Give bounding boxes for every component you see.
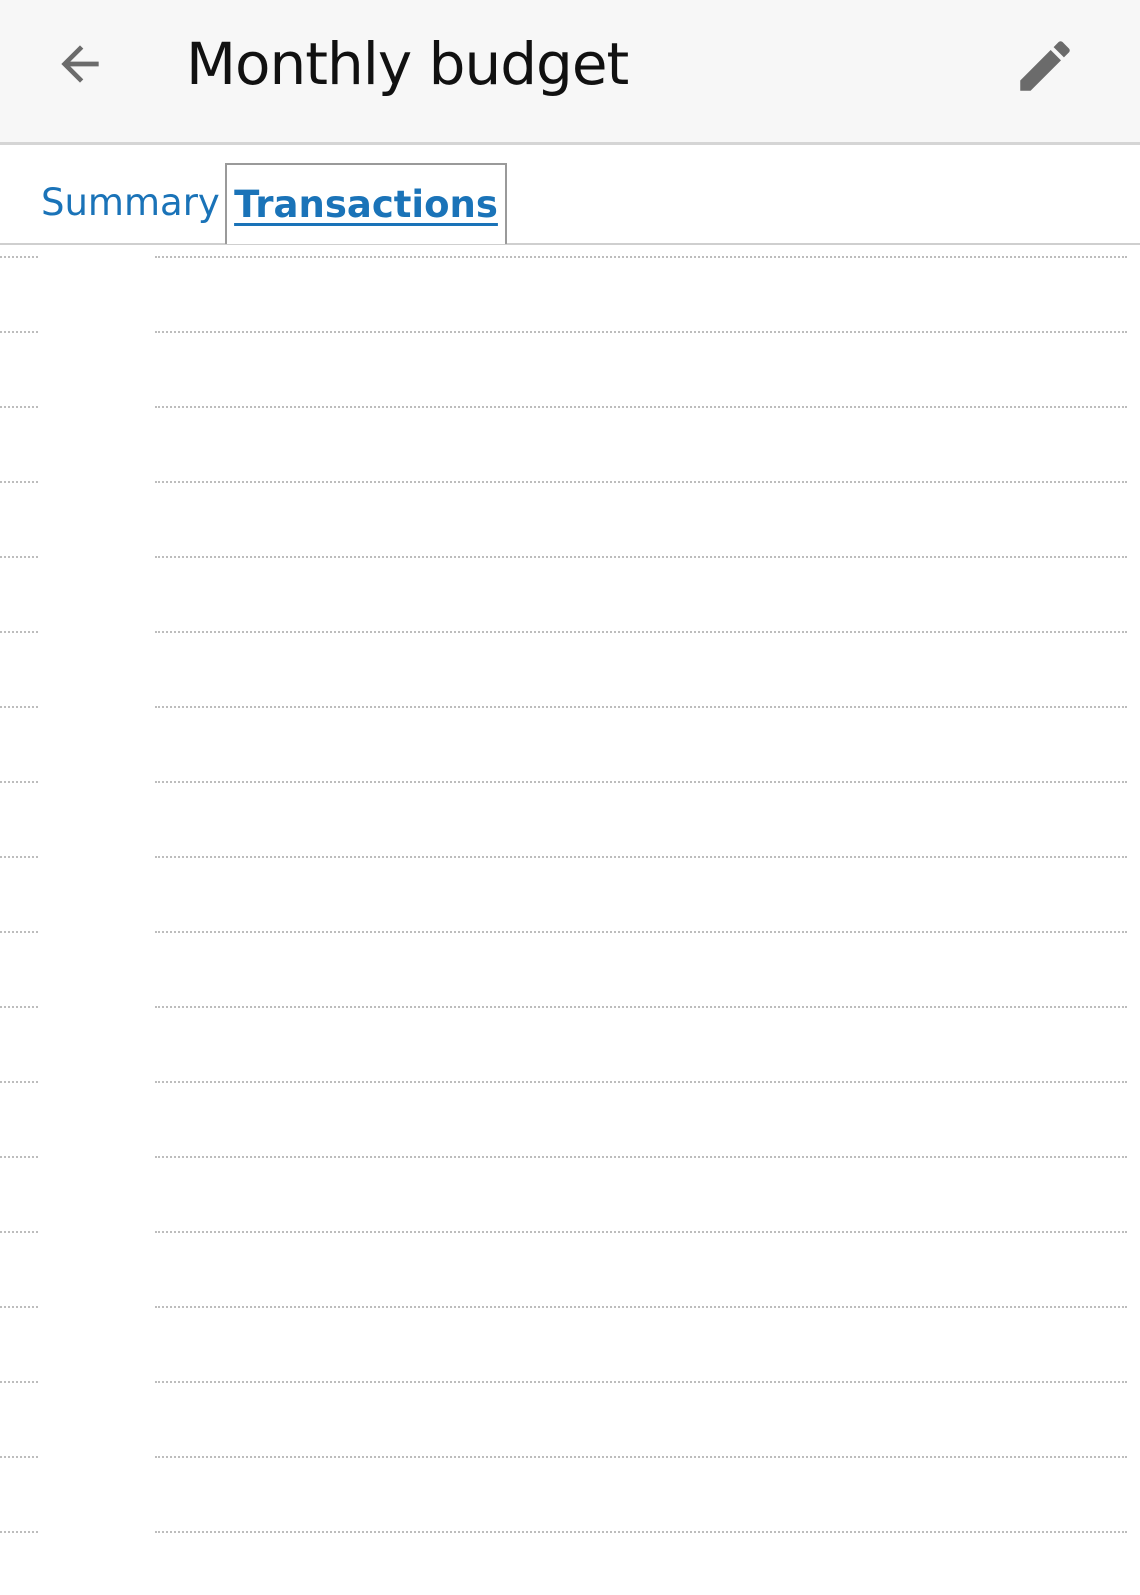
row-detail-cell bbox=[155, 706, 1127, 708]
row-date-cell bbox=[0, 1456, 38, 1458]
table-row[interactable] bbox=[0, 770, 1140, 845]
row-date-cell bbox=[0, 931, 38, 933]
tab-bar: Summary Transactions bbox=[0, 145, 1140, 245]
row-detail-cell bbox=[155, 1306, 1127, 1308]
row-detail-cell bbox=[155, 406, 1127, 408]
transactions-list bbox=[0, 245, 1140, 1589]
table-row[interactable] bbox=[0, 1445, 1140, 1520]
row-date-cell bbox=[0, 406, 38, 408]
table-row[interactable] bbox=[0, 1220, 1140, 1295]
row-date-cell bbox=[0, 1231, 38, 1233]
table-row[interactable] bbox=[0, 1520, 1140, 1595]
table-row[interactable] bbox=[0, 920, 1140, 995]
row-detail-cell bbox=[155, 1156, 1127, 1158]
table-row[interactable] bbox=[0, 320, 1140, 395]
row-date-cell bbox=[0, 256, 38, 258]
row-detail-cell bbox=[155, 481, 1127, 483]
back-button[interactable] bbox=[40, 24, 120, 104]
row-date-cell bbox=[0, 781, 38, 783]
table-row[interactable] bbox=[0, 1145, 1140, 1220]
row-detail-cell bbox=[155, 631, 1127, 633]
edit-button[interactable] bbox=[1003, 24, 1087, 108]
row-date-cell bbox=[0, 1531, 38, 1533]
table-row[interactable] bbox=[0, 695, 1140, 770]
row-detail-cell bbox=[155, 856, 1127, 858]
row-date-cell bbox=[0, 631, 38, 633]
pencil-icon bbox=[1020, 41, 1070, 91]
tab-summary[interactable]: Summary bbox=[41, 163, 220, 243]
row-date-cell bbox=[0, 1006, 38, 1008]
app-bar: Monthly budget bbox=[0, 0, 1140, 145]
row-detail-cell bbox=[155, 781, 1127, 783]
row-date-cell bbox=[0, 1156, 38, 1158]
arrow-back-icon bbox=[61, 45, 99, 83]
table-row[interactable] bbox=[0, 395, 1140, 470]
table-row[interactable] bbox=[0, 245, 1140, 320]
table-row[interactable] bbox=[0, 470, 1140, 545]
row-date-cell bbox=[0, 1306, 38, 1308]
row-date-cell bbox=[0, 1381, 38, 1383]
row-detail-cell bbox=[155, 1456, 1127, 1458]
tab-transactions[interactable]: Transactions bbox=[225, 163, 507, 244]
row-date-cell bbox=[0, 481, 38, 483]
row-date-cell bbox=[0, 856, 38, 858]
page-title: Monthly budget bbox=[186, 30, 629, 98]
row-date-cell bbox=[0, 556, 38, 558]
row-detail-cell bbox=[155, 1231, 1127, 1233]
table-row[interactable] bbox=[0, 1370, 1140, 1445]
row-detail-cell bbox=[155, 1081, 1127, 1083]
table-row[interactable] bbox=[0, 1295, 1140, 1370]
row-detail-cell bbox=[155, 1531, 1127, 1533]
table-row[interactable] bbox=[0, 545, 1140, 620]
row-detail-cell bbox=[155, 556, 1127, 558]
table-row[interactable] bbox=[0, 995, 1140, 1070]
row-detail-cell bbox=[155, 1006, 1127, 1008]
table-row[interactable] bbox=[0, 620, 1140, 695]
row-date-cell bbox=[0, 331, 38, 333]
row-date-cell bbox=[0, 706, 38, 708]
row-detail-cell bbox=[155, 256, 1127, 258]
row-detail-cell bbox=[155, 1381, 1127, 1383]
row-detail-cell bbox=[155, 331, 1127, 333]
row-date-cell bbox=[0, 1081, 38, 1083]
row-detail-cell bbox=[155, 931, 1127, 933]
table-row[interactable] bbox=[0, 1070, 1140, 1145]
table-row[interactable] bbox=[0, 845, 1140, 920]
